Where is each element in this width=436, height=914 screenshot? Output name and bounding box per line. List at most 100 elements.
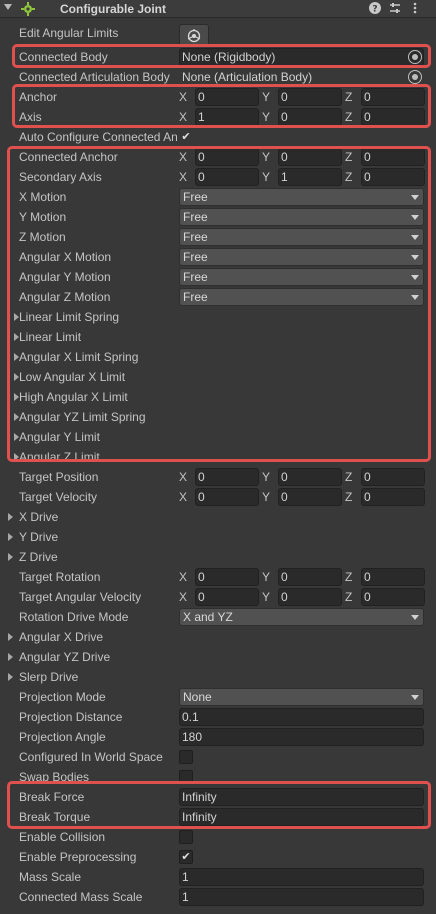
angular-y-motion-dropdown[interactable]: Free [179, 268, 424, 286]
enable-preprocessing-checkbox[interactable]: ✔ [179, 850, 193, 864]
slerp-drive-foldout[interactable]: Slerp Drive [0, 667, 436, 687]
target-ang-velocity-z-axis-label[interactable]: Z [345, 590, 352, 604]
foldout-arrow-icon[interactable] [8, 513, 13, 521]
projection-mode-dropdown[interactable]: None [179, 688, 424, 706]
connected-anchor-z-axis-label[interactable]: Z [345, 150, 352, 164]
target-ang-velocity-x-axis-label[interactable]: X [179, 590, 187, 604]
anchor-z-field[interactable]: 0 [361, 88, 425, 106]
projection-distance-field[interactable]: 0.1 [179, 708, 424, 726]
target-ang-velocity-x-field[interactable]: 0 [195, 588, 259, 606]
foldout-arrow-icon[interactable] [8, 653, 13, 661]
linear-limit-foldout[interactable]: Linear Limit [0, 327, 436, 347]
enable-preprocessing-row: Enable Preprocessing ✔ [0, 847, 436, 867]
target-rotation-y-axis-label[interactable]: Y [262, 570, 270, 584]
secondary-axis-z-axis-label[interactable]: Z [345, 170, 352, 184]
break-force-field[interactable]: Infinity [179, 788, 424, 806]
angular-x-motion-dropdown[interactable]: Free [179, 248, 424, 266]
anchor-y-field[interactable]: 0 [278, 88, 342, 106]
anchor-x-field[interactable]: 0 [195, 88, 259, 106]
connected-articulation-body-field[interactable]: None (Articulation Body) [179, 68, 424, 86]
connected-anchor-y-axis-label[interactable]: Y [262, 150, 270, 164]
foldout-arrow-icon[interactable] [8, 633, 13, 641]
target-velocity-x-axis-label[interactable]: X [179, 490, 187, 504]
linear-limit-spring-foldout[interactable]: Linear Limit Spring [0, 307, 436, 327]
configured-in-world-space-checkbox[interactable] [179, 750, 193, 764]
anchor-y-axis-label[interactable]: Y [262, 90, 270, 104]
target-velocity-z-field[interactable]: 0 [361, 488, 425, 506]
auto-configure-checkbox[interactable]: ✔ [179, 130, 193, 144]
target-rotation-y-field[interactable]: 0 [278, 568, 342, 586]
chevron-down-icon [411, 235, 419, 240]
connected-anchor-z-field[interactable]: 0 [361, 148, 425, 166]
connected-mass-scale-field[interactable]: 1 [179, 888, 424, 906]
angular-x-limit-spring-foldout[interactable]: Angular X Limit Spring [0, 347, 436, 367]
y-drive-foldout[interactable]: Y Drive [0, 527, 436, 547]
z-motion-dropdown[interactable]: Free [179, 228, 424, 246]
foldout-arrow-icon[interactable] [8, 553, 13, 561]
anchor-x-axis-label[interactable]: X [179, 90, 187, 104]
z-drive-foldout[interactable]: Z Drive [0, 547, 436, 567]
target-velocity-y-field[interactable]: 0 [278, 488, 342, 506]
axis-y-axis-label[interactable]: Y [262, 110, 270, 124]
anchor-z-axis-label[interactable]: Z [345, 90, 352, 104]
target-velocity-z-axis-label[interactable]: Z [345, 490, 352, 504]
target-ang-velocity-y-field[interactable]: 0 [278, 588, 342, 606]
y-motion-dropdown[interactable]: Free [179, 208, 424, 226]
target-rotation-z-axis-label[interactable]: Z [345, 570, 352, 584]
secondary-axis-x-field[interactable]: 0 [195, 168, 259, 186]
break-torque-field[interactable]: Infinity [179, 808, 424, 826]
target-position-y-field[interactable]: 0 [278, 468, 342, 486]
connected-anchor-x-axis-label[interactable]: X [179, 150, 187, 164]
secondary-axis-y-axis-label[interactable]: Y [262, 170, 270, 184]
connected-body-field[interactable]: None (Rigidbody) [179, 48, 424, 66]
connected-anchor-x-field[interactable]: 0 [195, 148, 259, 166]
axis-y-field[interactable]: 0 [278, 108, 342, 126]
target-position-z-axis-label[interactable]: Z [345, 470, 352, 484]
foldout-arrow-icon[interactable] [8, 673, 13, 681]
axis-z-axis-label[interactable]: Z [345, 110, 352, 124]
angular-yz-drive-foldout[interactable]: Angular YZ Drive [0, 647, 436, 667]
target-position-z-field[interactable]: 0 [361, 468, 425, 486]
axis-z-field[interactable]: 0 [361, 108, 425, 126]
configured-in-world-space-row: Configured In World Space [0, 747, 436, 767]
axis-x-axis-label[interactable]: X [179, 110, 187, 124]
target-velocity-x-field[interactable]: 0 [195, 488, 259, 506]
kebab-menu-icon[interactable] [408, 1, 422, 15]
projection-angle-field[interactable]: 180 [179, 728, 424, 746]
x-motion-dropdown[interactable]: Free [179, 188, 424, 206]
target-velocity-y-axis-label[interactable]: Y [262, 490, 270, 504]
target-position-y-axis-label[interactable]: Y [262, 470, 270, 484]
target-rotation-x-field[interactable]: 0 [195, 568, 259, 586]
secondary-axis-z-field[interactable]: 0 [361, 168, 425, 186]
target-rotation-z-field[interactable]: 0 [361, 568, 425, 586]
rotation-drive-mode-dropdown[interactable]: X and YZ [179, 608, 424, 626]
target-ang-velocity-z-field[interactable]: 0 [361, 588, 425, 606]
mass-scale-field[interactable]: 1 [179, 868, 424, 886]
x-drive-foldout[interactable]: X Drive [0, 507, 436, 527]
collapse-arrow-icon[interactable] [4, 4, 12, 10]
target-rotation-x-axis-label[interactable]: X [179, 570, 187, 584]
connected-anchor-y-field[interactable]: 0 [278, 148, 342, 166]
object-picker-icon[interactable] [408, 70, 422, 84]
angular-x-drive-foldout[interactable]: Angular X Drive [0, 627, 436, 647]
low-angular-x-limit-foldout[interactable]: Low Angular X Limit [0, 367, 436, 387]
secondary-axis-y-field[interactable]: 1 [278, 168, 342, 186]
foldout-arrow-icon[interactable] [8, 533, 13, 541]
component-header[interactable]: Configurable Joint ? [0, 0, 436, 18]
angular-y-limit-foldout[interactable]: Angular Y Limit [0, 427, 436, 447]
presets-icon[interactable] [388, 1, 402, 15]
high-angular-x-limit-foldout[interactable]: High Angular X Limit [0, 387, 436, 407]
enable-collision-checkbox[interactable] [179, 830, 193, 844]
help-icon[interactable]: ? [368, 1, 382, 15]
axis-x-field[interactable]: 1 [195, 108, 259, 126]
secondary-axis-x-axis-label[interactable]: X [179, 170, 187, 184]
swap-bodies-checkbox[interactable] [179, 770, 193, 784]
angular-yz-limit-spring-foldout[interactable]: Angular YZ Limit Spring [0, 407, 436, 427]
angular-z-motion-dropdown[interactable]: Free [179, 288, 424, 306]
edit-angular-limits-button[interactable] [179, 24, 209, 46]
target-ang-velocity-y-axis-label[interactable]: Y [262, 590, 270, 604]
target-position-x-axis-label[interactable]: X [179, 470, 187, 484]
object-picker-icon[interactable] [408, 50, 422, 64]
target-position-x-field[interactable]: 0 [195, 468, 259, 486]
angular-z-limit-foldout[interactable]: Angular Z Limit [0, 447, 436, 461]
